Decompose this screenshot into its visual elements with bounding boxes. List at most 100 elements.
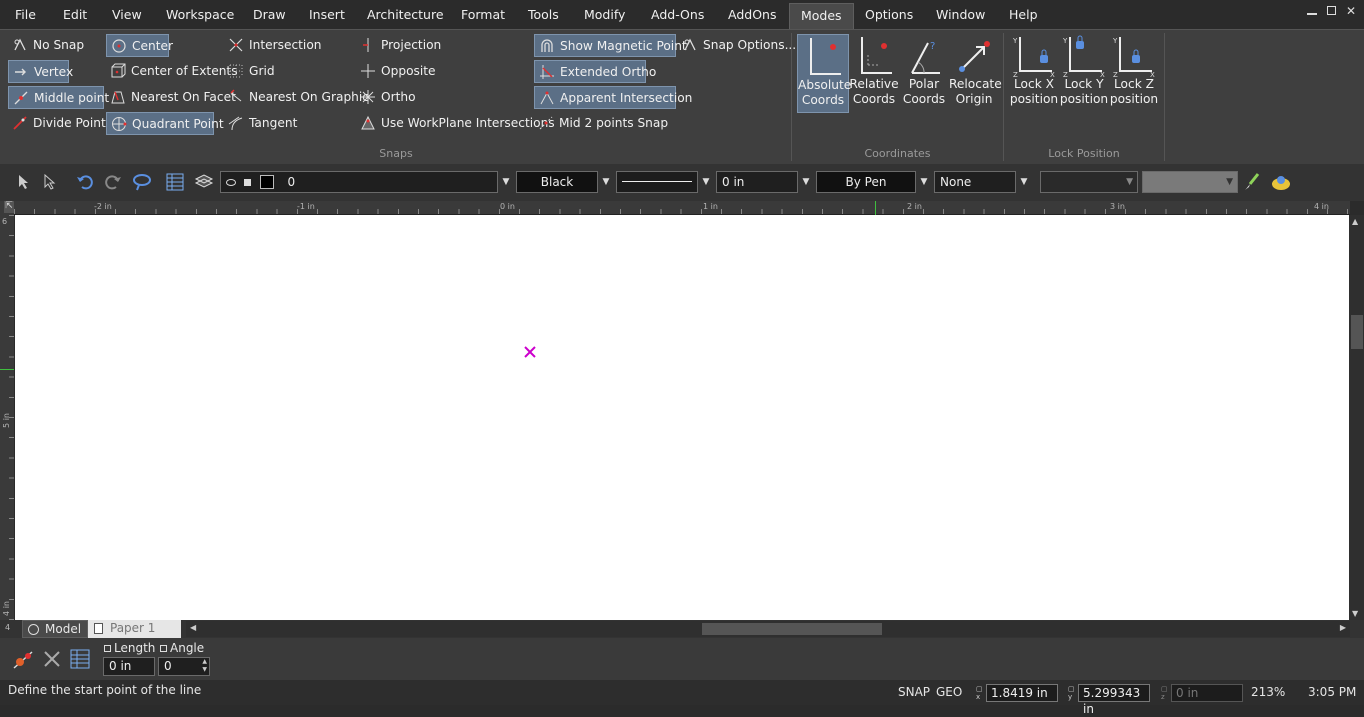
relocate-origin-button[interactable]: Relocate Origin (949, 34, 1002, 113)
line-style-select[interactable] (616, 171, 698, 193)
redo-icon[interactable] (104, 173, 122, 191)
scroll-right-icon[interactable]: ▶ (1340, 623, 1346, 632)
snap-options-button[interactable]: Snap Options... (678, 34, 799, 57)
lasso-icon[interactable] (132, 173, 152, 191)
relative-coords-button[interactable]: Relative Coords (849, 34, 899, 113)
color-select[interactable]: Black (516, 171, 598, 193)
menu-tools[interactable]: Tools (528, 0, 559, 29)
menu-file[interactable]: File (15, 0, 36, 29)
apparent-intersection-button[interactable]: Apparent Intersection (534, 86, 692, 109)
pen-dropdown-arrow[interactable]: ▼ (917, 171, 931, 193)
grid-button[interactable]: Grid (224, 60, 278, 83)
color-dropdown-arrow[interactable]: ▼ (599, 171, 613, 193)
tab-paper[interactable]: Paper 1 (88, 620, 181, 638)
close-icon[interactable]: ✕ (1346, 4, 1356, 18)
nearest-facet-button[interactable]: Nearest On Facet (106, 86, 239, 109)
vertex-button[interactable]: Vertex (8, 60, 73, 83)
workplane-intersections-button[interactable]: Use WorkPlane Intersections (356, 112, 558, 135)
paint-brush-icon[interactable] (1242, 172, 1262, 192)
menu-workspace[interactable]: Workspace (166, 0, 234, 29)
lock-z-button[interactable]: YZX Lock Z position (1109, 34, 1159, 113)
angle-lock-icon[interactable] (160, 645, 167, 652)
layer-select[interactable]: 0 (220, 171, 498, 193)
menu-modify[interactable]: Modify (584, 0, 625, 29)
projection-button[interactable]: Projection (356, 34, 444, 57)
no-snap-button[interactable]: No Snap (8, 34, 87, 57)
scroll-left-icon[interactable]: ◀ (190, 623, 196, 632)
table-input-icon[interactable] (70, 649, 90, 669)
length-lock-icon[interactable] (104, 645, 111, 652)
menu-modes[interactable]: Modes (789, 3, 854, 29)
center-button[interactable]: Center (106, 34, 173, 57)
menu-view[interactable]: View (112, 0, 142, 29)
horizontal-scrollbar[interactable]: ◀ ▶ (186, 621, 1350, 637)
undo-icon[interactable] (76, 173, 94, 191)
quadrant-point-button[interactable]: Quadrant Point (106, 112, 224, 135)
divide-point-button[interactable]: Divide Point (8, 112, 109, 135)
line-style-dropdown-arrow[interactable]: ▼ (699, 171, 713, 193)
angle-stepper[interactable]: ▲ ▼ (202, 658, 207, 674)
menu-window[interactable]: Window (936, 0, 985, 29)
length-input[interactable]: 0 in (103, 657, 155, 676)
lock-x-button[interactable]: YZX Lock X position (1009, 34, 1059, 113)
scroll-up-icon[interactable]: ▲ (1352, 217, 1358, 226)
menu-architecture[interactable]: Architecture (367, 0, 444, 29)
ruler-corner-icon[interactable]: ⇱ (4, 201, 14, 213)
eye-icon[interactable] (226, 179, 236, 186)
line-tool-icon[interactable] (12, 648, 36, 670)
lock-icon[interactable] (243, 179, 251, 186)
x-lock-icon[interactable]: ▢ x (976, 685, 983, 701)
menu-draw[interactable]: Draw (253, 0, 286, 29)
snap-toggle[interactable]: SNAP (898, 685, 930, 699)
transparency-select[interactable]: ▼ (1142, 171, 1238, 193)
select-arrow-icon[interactable] (16, 174, 32, 190)
layer-stack-icon[interactable] (194, 173, 214, 191)
center-extents-button[interactable]: Center of Extents (106, 60, 241, 83)
pattern-select[interactable]: ▼ (1040, 171, 1138, 193)
nearest-graphic-button[interactable]: Nearest On Graphic (224, 86, 372, 109)
menu-add-ons[interactable]: Add-Ons (651, 0, 704, 29)
z-lock-icon[interactable]: ▢ z (1161, 685, 1168, 701)
absolute-coords-button[interactable]: Absolute Coords (797, 34, 851, 113)
scroll-down-icon[interactable]: ▼ (1352, 609, 1358, 618)
middle-point-button[interactable]: Middle point (8, 86, 109, 109)
zoom-level[interactable]: 213% (1251, 685, 1285, 699)
fill-dropdown-arrow[interactable]: ▼ (1017, 171, 1031, 193)
pen-select[interactable]: By Pen (816, 171, 916, 193)
menu-options[interactable]: Options (865, 0, 913, 29)
polar-coords-button[interactable]: ? Polar Coords (899, 34, 949, 113)
y-lock-icon[interactable]: ▢ y (1068, 685, 1075, 701)
edit-points-icon[interactable] (42, 174, 58, 190)
minimize-icon[interactable] (1307, 5, 1318, 15)
menu-insert[interactable]: Insert (309, 0, 345, 29)
tab-model[interactable]: Model (22, 620, 89, 638)
vertical-scrollbar[interactable]: ▲ ▼ (1349, 215, 1364, 620)
mid-two-points-button[interactable]: Mid 2 points Snap (534, 112, 671, 135)
drawing-canvas[interactable] (15, 215, 1349, 620)
menu-format[interactable]: Format (461, 0, 505, 29)
vertical-scroll-thumb[interactable] (1351, 315, 1363, 349)
y-coordinate-field[interactable]: 5.299343 in (1078, 684, 1150, 716)
layer-dropdown-arrow[interactable]: ▼ (499, 171, 513, 193)
layers-table-icon[interactable] (166, 173, 184, 191)
render-style-icon[interactable] (1270, 172, 1292, 192)
angle-input[interactable]: 0 ▲ ▼ (158, 657, 210, 676)
ortho-button[interactable]: Ortho (356, 86, 419, 109)
line-width-dropdown-arrow[interactable]: ▼ (799, 171, 813, 193)
menu-addons[interactable]: AddOns (728, 0, 776, 29)
fill-select[interactable]: None (934, 171, 1016, 193)
geo-toggle[interactable]: GEO (936, 685, 962, 699)
menu-edit[interactable]: Edit (63, 0, 87, 29)
line-width-select[interactable]: 0 in (716, 171, 798, 193)
tangent-button[interactable]: Tangent (224, 112, 300, 135)
lock-y-button[interactable]: YZX Lock Y position (1059, 34, 1109, 113)
horizontal-scroll-thumb[interactable] (702, 623, 882, 635)
opposite-button[interactable]: Opposite (356, 60, 439, 83)
x-coordinate-field[interactable]: 1.8419 in (986, 684, 1058, 702)
show-magnetic-point-button[interactable]: Show Magnetic Point (534, 34, 687, 57)
z-coordinate-field[interactable]: 0 in (1171, 684, 1243, 702)
cancel-icon[interactable] (42, 649, 62, 669)
extended-ortho-button[interactable]: Extended Ortho (534, 60, 656, 83)
intersection-button[interactable]: Intersection (224, 34, 325, 57)
restore-icon[interactable] (1327, 6, 1337, 15)
